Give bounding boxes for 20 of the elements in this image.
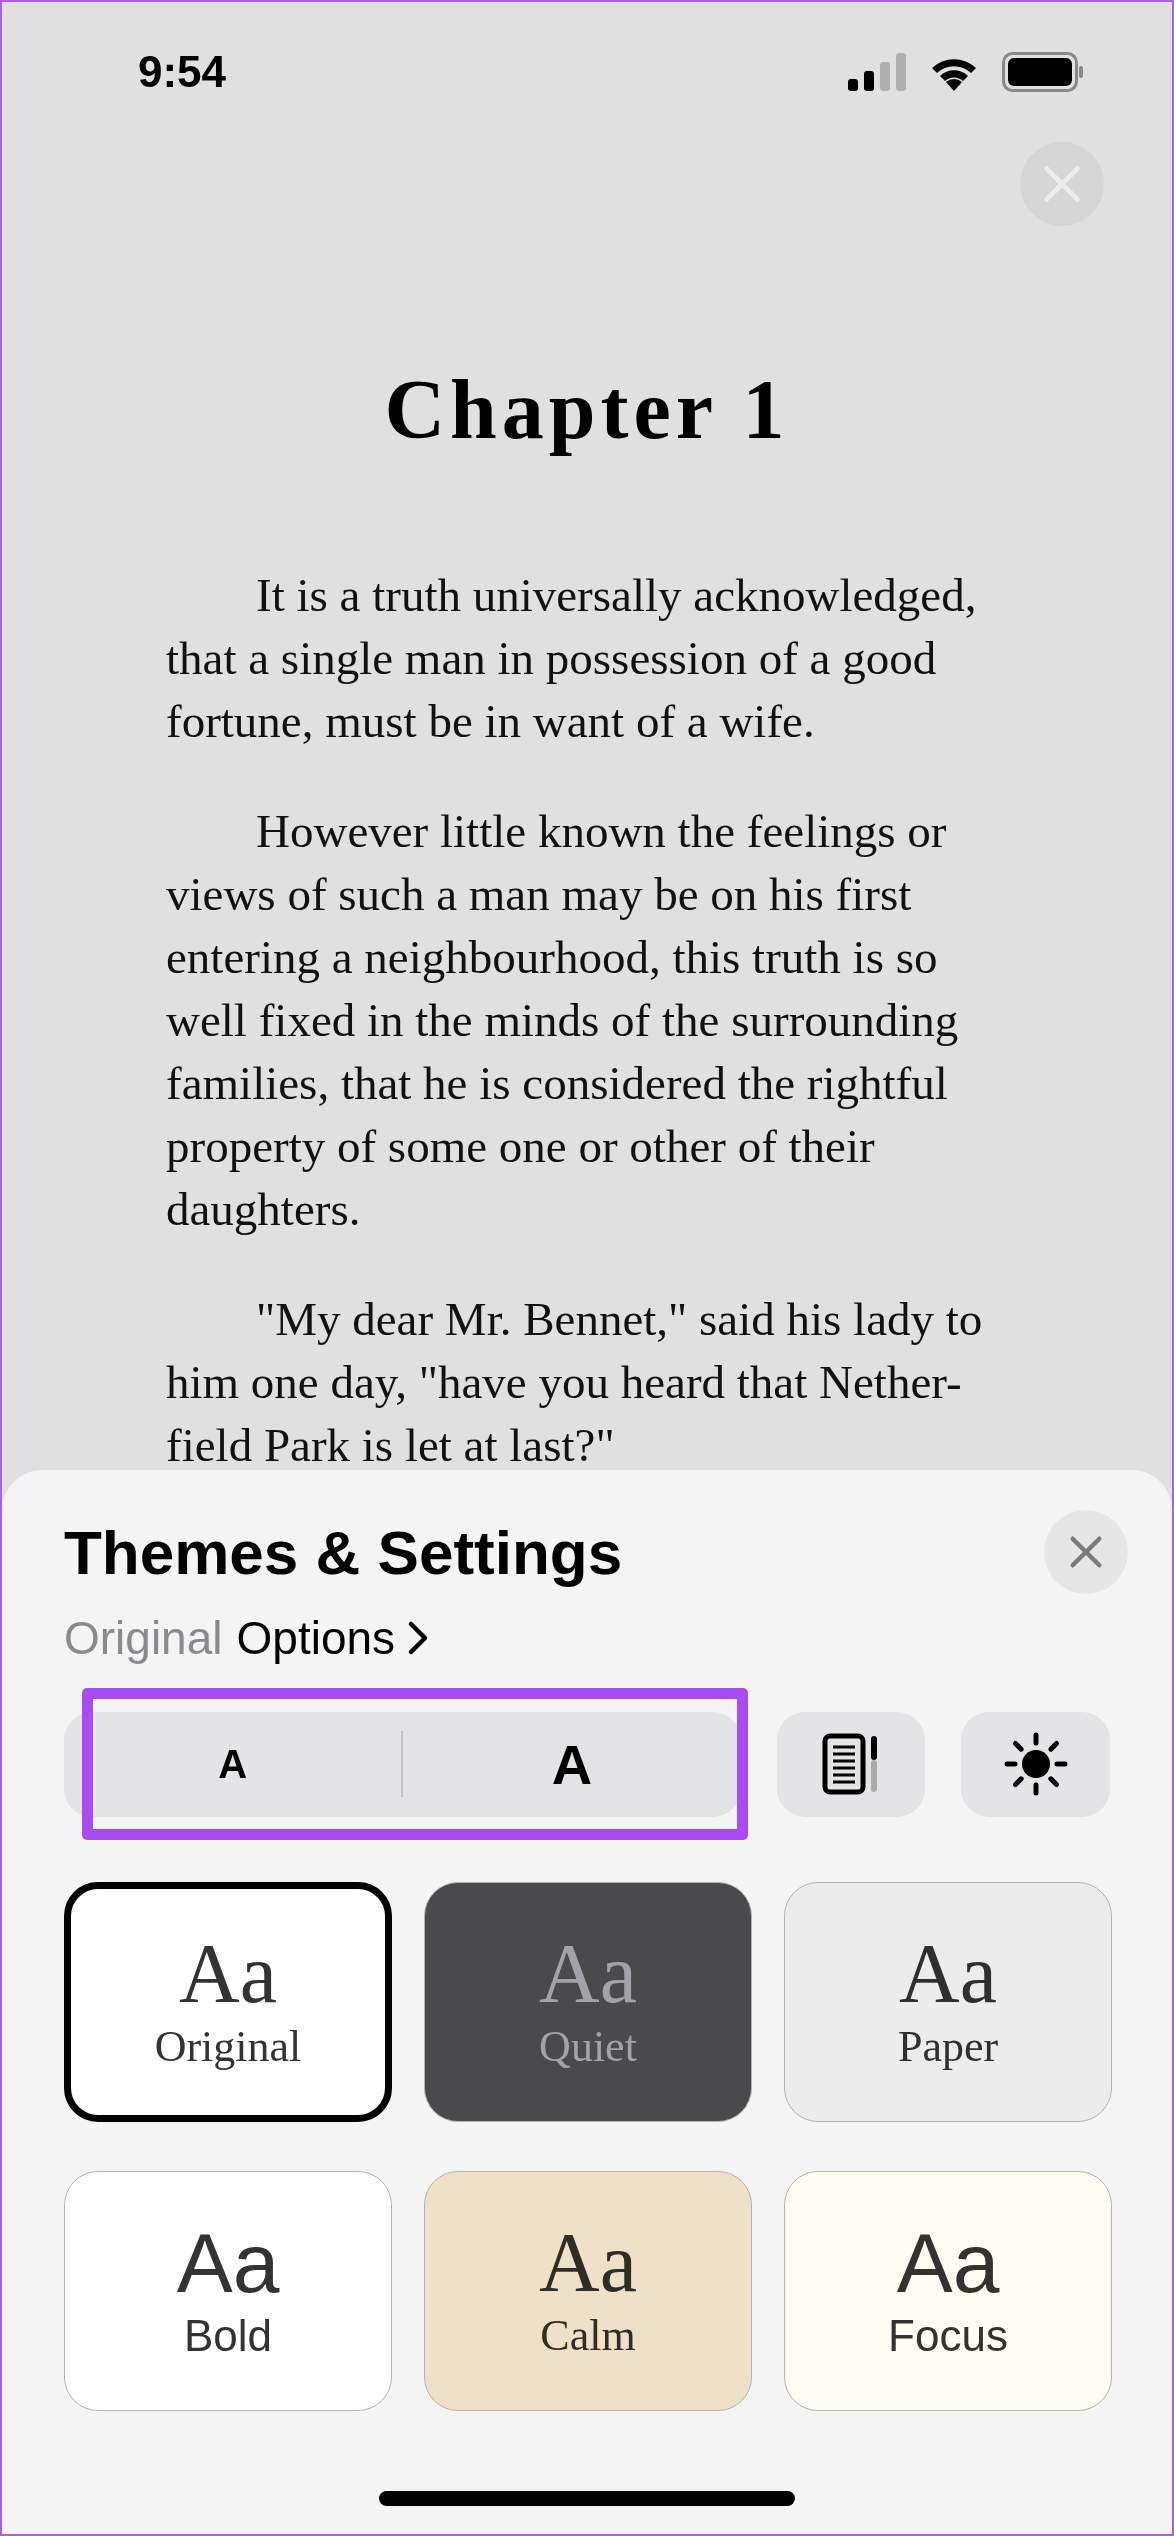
page-layout-button[interactable] (776, 1711, 926, 1817)
brightness-button[interactable] (961, 1711, 1110, 1817)
theme-card[interactable]: Aa Focus (784, 2171, 1112, 2411)
options-link[interactable]: Options (236, 1611, 430, 1665)
chapter-title: Chapter 1 (383, 362, 791, 458)
smaller-text-button[interactable]: A (64, 1711, 402, 1817)
body-paragraph: It is a truth universally acknowledged, that a single man in possession of a good fortune, must be in want of a wife. (165, 568, 978, 749)
chevron-right-icon (407, 1620, 430, 1656)
body-paragraph: However little known the feelings or views of such a man may be on his first entering a neighbourhood, this truth is so well fixed in the minds of the surrounding families, that he is considered the rightful property of some one or other of their daughters. (165, 804, 960, 1237)
theme-card[interactable]: Aa Calm (424, 2171, 752, 2411)
signal-icon (848, 53, 906, 91)
theme-card[interactable]: Aa Paper (784, 1882, 1112, 2122)
battery-icon (1002, 52, 1084, 92)
status-time: 9:54 (138, 47, 227, 97)
larger-text-button[interactable]: A (403, 1711, 741, 1817)
theme-card[interactable]: Aa Bold (64, 2171, 392, 2411)
theme-card[interactable]: Aa Original (64, 1882, 392, 2122)
theme-name: Original (64, 1611, 223, 1665)
body-paragraph: "My dear Mr. Bennet," said his lady to him one day, "have you heard that Nether- field Park is let at last?" (165, 1292, 984, 1470)
sheet-title: Themes & Settings (64, 1516, 623, 1588)
